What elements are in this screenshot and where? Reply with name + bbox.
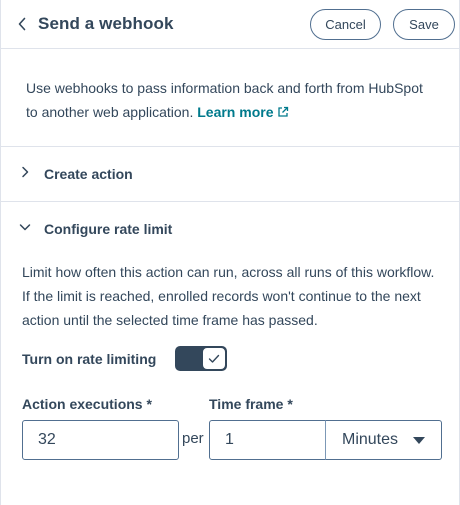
cancel-button[interactable]: Cancel	[310, 9, 381, 40]
chevron-right-icon	[22, 166, 29, 178]
learn-more-label: Learn more	[197, 104, 274, 120]
action-executions-input[interactable]	[22, 420, 179, 460]
time-frame-input[interactable]	[209, 420, 326, 460]
webhook-panel: Send a webhook Cancel Save Use webhooks …	[0, 0, 460, 505]
rate-limit-toggle-label: Turn on rate limiting	[22, 351, 157, 367]
toggle-knob	[202, 347, 226, 370]
section-configure-rate-limit[interactable]: Configure rate limit	[1, 209, 459, 249]
check-icon	[208, 354, 220, 363]
caret-down-icon	[413, 437, 425, 444]
per-label: per	[182, 430, 204, 447]
section-label-create-action: Create action	[44, 166, 133, 182]
divider	[1, 146, 459, 147]
section-create-action[interactable]: Create action	[1, 154, 459, 194]
intro-text: Use webhooks to pass information back an…	[26, 76, 436, 124]
chevron-down-icon	[19, 224, 31, 231]
divider	[1, 201, 459, 202]
rate-limit-description: Limit how often this action can run, acr…	[22, 264, 435, 328]
chevron-left-icon	[18, 17, 26, 31]
rate-limit-toggle[interactable]	[175, 346, 227, 371]
back-button[interactable]	[13, 14, 31, 34]
panel-header: Send a webhook Cancel Save	[1, 0, 459, 49]
time-frame-label: Time frame *	[209, 396, 293, 412]
save-button[interactable]: Save	[393, 9, 455, 40]
action-executions-label: Action executions *	[22, 396, 152, 412]
section-label-configure-rate-limit: Configure rate limit	[44, 221, 173, 237]
learn-more-link[interactable]: Learn more	[197, 104, 289, 120]
time-unit-select[interactable]: Minutes	[325, 420, 442, 460]
external-link-icon	[278, 106, 289, 117]
time-unit-value: Minutes	[342, 431, 399, 448]
page-title: Send a webhook	[38, 14, 174, 33]
